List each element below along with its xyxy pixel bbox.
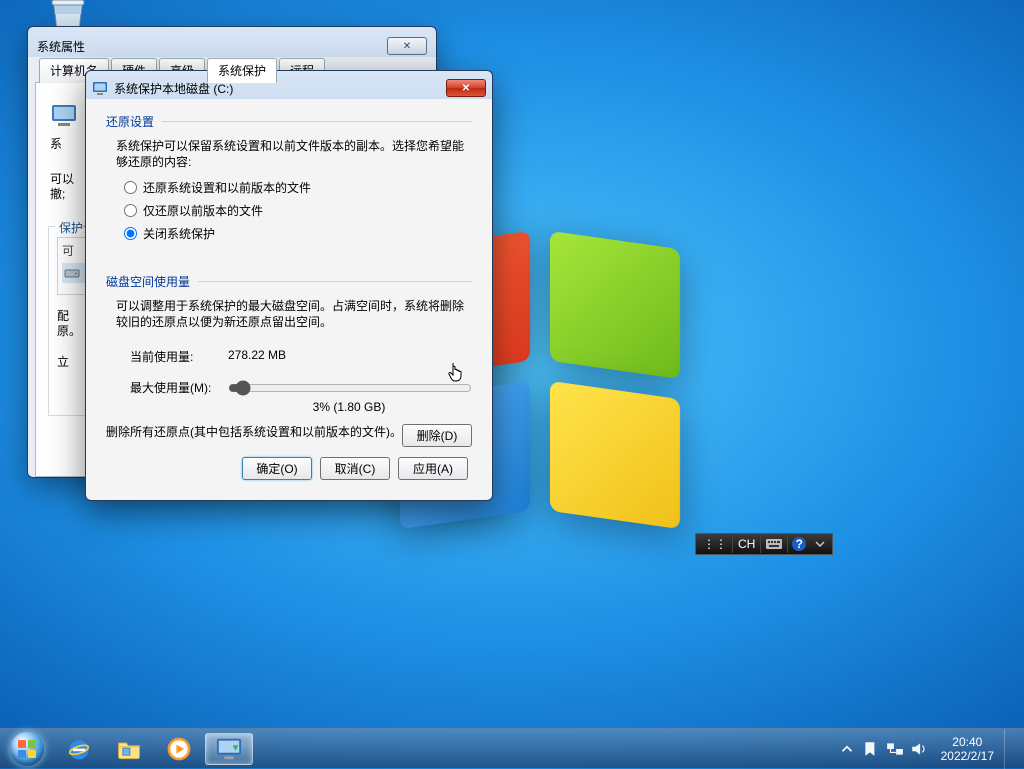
folder-icon — [115, 735, 143, 763]
taskbar-ie[interactable] — [55, 733, 103, 765]
taskbar-system-properties[interactable] — [205, 733, 253, 765]
ime-grip-icon[interactable]: ⋮⋮ — [698, 535, 733, 553]
radio-restore-system-and-files[interactable]: 还原系统设置和以前版本的文件 — [106, 176, 472, 199]
close-button[interactable]: ✕ — [387, 37, 427, 55]
disk-usage-desc: 可以调整用于系统保护的最大磁盘空间。占满空间时，系统将删除较旧的还原点以便为新还… — [106, 294, 472, 336]
slider-value: 3% (1.80 GB) — [106, 398, 472, 424]
clock-date: 2022/2/17 — [941, 749, 994, 763]
clock-time: 20:40 — [941, 735, 994, 749]
system-protection-dialog: 系统保护本地磁盘 (C:) ✕ 还原设置 系统保护可以保留系统设置和以前文件版本… — [85, 70, 493, 501]
ime-keyboard-icon[interactable] — [761, 535, 788, 553]
delete-button[interactable]: 删除(D) — [402, 424, 472, 447]
current-usage-value: 278.22 MB — [228, 348, 286, 365]
radio-restore-files-only[interactable]: 仅还原以前版本的文件 — [106, 199, 472, 222]
disk-usage-header: 磁盘空间使用量 — [106, 273, 190, 290]
tray: 20:40 2022/2/17 — [835, 729, 1024, 768]
max-usage-slider[interactable] — [228, 380, 472, 396]
system-properties-title: 系统属性 — [37, 38, 387, 55]
ime-options-icon[interactable] — [810, 535, 830, 553]
tray-show-hidden-icon[interactable] — [838, 740, 856, 758]
tray-action-center-icon[interactable] — [862, 740, 880, 758]
ime-toolbar[interactable]: ⋮⋮ CH ? — [695, 533, 833, 555]
cancel-button[interactable]: 取消(C) — [320, 457, 390, 480]
ok-button[interactable]: 确定(O) — [242, 457, 312, 480]
restore-settings-desc: 系统保护可以保留系统设置和以前文件版本的副本。选择您希望能够还原的内容: — [106, 134, 472, 176]
dialog-close-button[interactable]: ✕ — [446, 79, 486, 97]
show-desktop-button[interactable] — [1004, 729, 1020, 769]
dialog-icon — [92, 80, 108, 96]
ime-help-icon[interactable]: ? — [792, 537, 806, 551]
system-protection-icon — [48, 99, 80, 131]
media-player-icon — [165, 735, 193, 763]
computer-icon — [214, 736, 244, 762]
current-usage-label: 当前使用量: — [130, 348, 228, 365]
delete-restore-points-desc: 删除所有还原点(其中包括系统设置和以前版本的文件)。 — [106, 424, 402, 440]
radio-disable-protection[interactable]: 关闭系统保护 — [106, 222, 472, 245]
tray-volume-icon[interactable] — [910, 740, 928, 758]
taskbar-clock[interactable]: 20:40 2022/2/17 — [931, 735, 1004, 763]
drive-icon — [64, 265, 80, 281]
restore-settings-header: 还原设置 — [106, 113, 154, 130]
taskbar-media-player[interactable] — [155, 733, 203, 765]
tray-network-icon[interactable] — [886, 740, 904, 758]
max-usage-label: 最大使用量(M): — [130, 379, 218, 396]
start-button[interactable] — [0, 729, 54, 769]
taskbar: 20:40 2022/2/17 — [0, 728, 1024, 768]
ie-icon — [65, 735, 93, 763]
taskbar-explorer[interactable] — [105, 733, 153, 765]
tab-system-protection[interactable]: 系统保护 — [207, 58, 277, 83]
ime-lang[interactable]: CH — [733, 535, 761, 553]
apply-button[interactable]: 应用(A) — [398, 457, 468, 480]
